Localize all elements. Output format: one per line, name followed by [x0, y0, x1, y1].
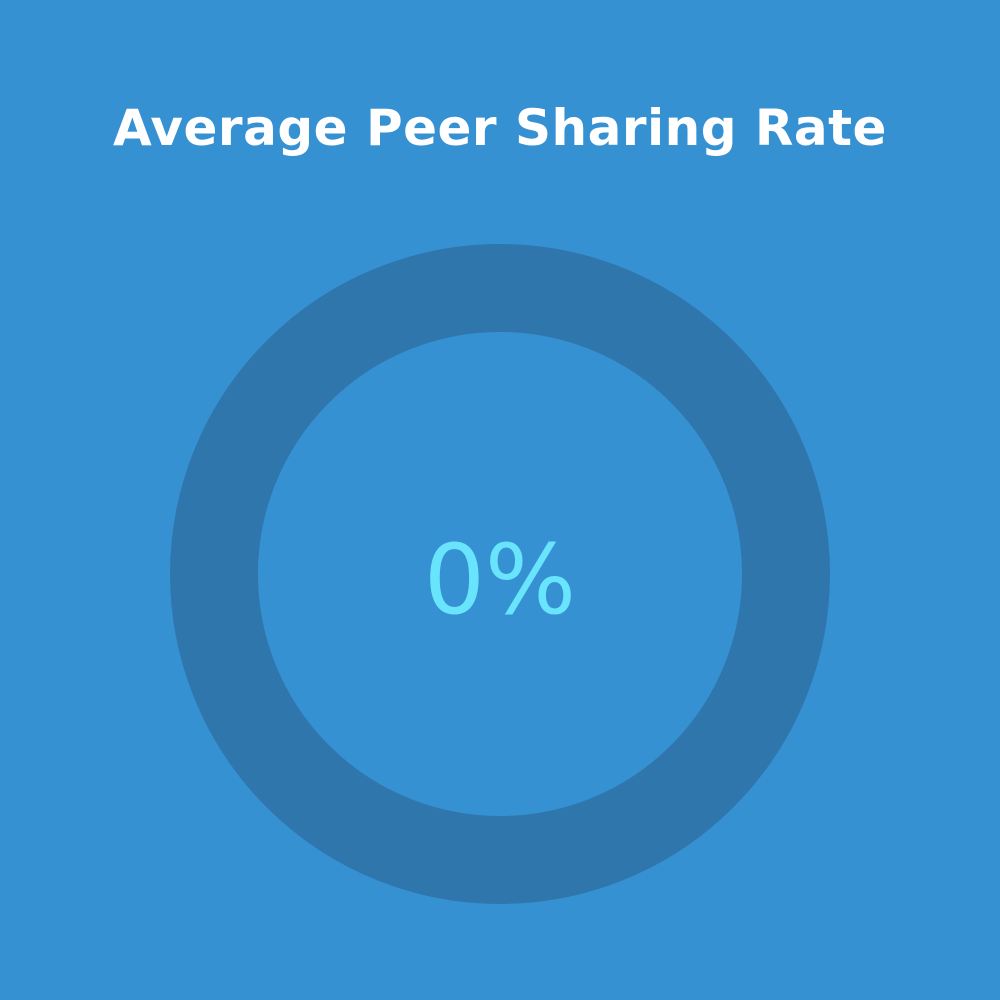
- donut-gauge: 0%: [170, 244, 830, 904]
- gauge-value-label: 0%: [423, 524, 577, 636]
- chart-title: Average Peer Sharing Rate: [113, 99, 887, 157]
